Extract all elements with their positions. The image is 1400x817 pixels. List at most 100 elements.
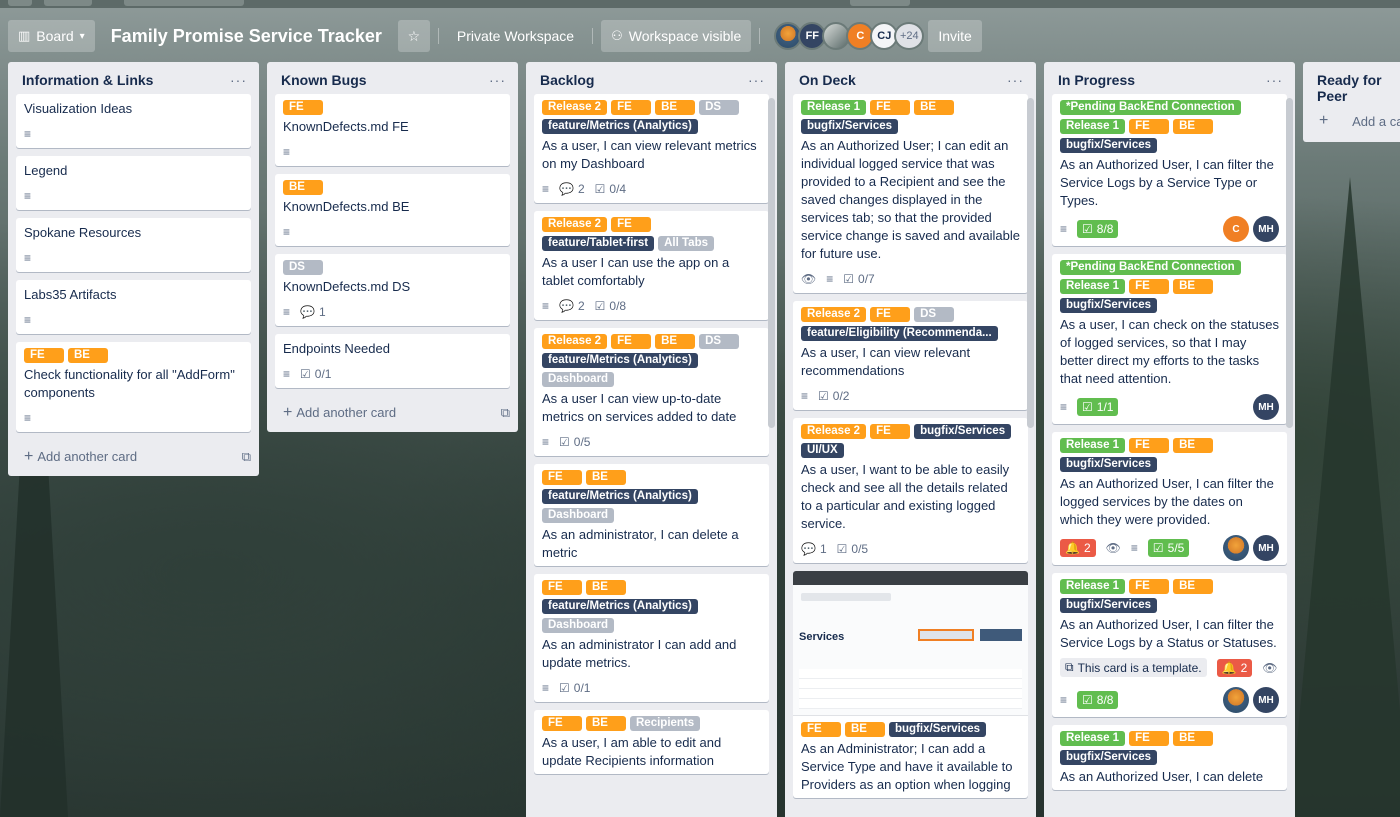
card[interactable]: BE KnownDefects.md BE ≡: [275, 174, 510, 246]
card-label[interactable]: Recipients: [630, 716, 701, 731]
add-card-button[interactable]: + Add another card ⧉: [267, 398, 518, 432]
more-members-badge[interactable]: +24: [894, 22, 925, 50]
card-label[interactable]: *Pending BackEnd Connection: [1060, 100, 1241, 115]
card-label[interactable]: FE: [283, 100, 323, 115]
card-label[interactable]: FE: [1129, 438, 1170, 453]
card[interactable]: FE BE Check functionality for all "AddForm…: [16, 342, 251, 432]
template-icon[interactable]: ⧉: [242, 449, 251, 465]
add-card-button[interactable]: + Add a card: [1303, 112, 1400, 142]
card-label[interactable]: BE: [914, 100, 955, 115]
card[interactable]: Release 1 FE BE bugfix/Services As an Author…: [793, 94, 1028, 293]
card-label[interactable]: Release 2: [542, 334, 608, 349]
card-label[interactable]: bugfix/Services: [889, 722, 987, 737]
card[interactable]: FE BE feature/Metrics (Analytics) Dashboard…: [534, 464, 769, 566]
scrollbar[interactable]: [1286, 98, 1293, 428]
card-label[interactable]: Release 1: [1060, 438, 1126, 453]
card-label[interactable]: feature/Tablet-first: [542, 236, 655, 251]
card-label[interactable]: Release 2: [801, 307, 867, 322]
card-label[interactable]: FE: [542, 716, 582, 731]
card[interactable]: DS KnownDefects.md DS ≡ 💬 1: [275, 254, 510, 326]
member-avatar[interactable]: MH: [1253, 216, 1279, 242]
card-label[interactable]: DS: [699, 100, 740, 115]
card-label[interactable]: BE: [586, 470, 626, 485]
list-title[interactable]: On Deck: [799, 72, 856, 88]
card-label[interactable]: FE: [24, 348, 64, 363]
member-avatar[interactable]: [1223, 687, 1249, 713]
card[interactable]: *Pending BackEnd Connection Release 1 FE BE…: [1052, 94, 1287, 246]
card-label[interactable]: Release 1: [1060, 731, 1126, 746]
card-label[interactable]: BE: [586, 580, 626, 595]
card-label[interactable]: DS: [914, 307, 955, 322]
card-label[interactable]: Release 2: [542, 100, 608, 115]
card-label[interactable]: BE: [845, 722, 885, 737]
member-avatar[interactable]: MH: [1253, 687, 1279, 713]
star-button[interactable]: ☆: [397, 20, 430, 52]
card[interactable]: Release 2 FE DS feature/Eligibility (Recomm…: [793, 301, 1028, 410]
more-icon[interactable]: ···: [1007, 72, 1028, 88]
card-label[interactable]: Release 1: [801, 100, 867, 115]
list-title[interactable]: Information & Links: [22, 72, 153, 88]
card-label[interactable]: BE: [655, 100, 696, 115]
card[interactable]: Legend ≡: [16, 156, 251, 210]
card-label[interactable]: bugfix/Services: [801, 119, 899, 134]
card-label[interactable]: FE: [1129, 579, 1170, 594]
card-label[interactable]: FE: [1129, 731, 1170, 746]
board-title[interactable]: Family Promise Service Tracker: [103, 26, 390, 47]
card-label[interactable]: BE: [586, 716, 626, 731]
card-label[interactable]: bugfix/Services: [1060, 138, 1158, 153]
scrollbar[interactable]: [768, 98, 775, 428]
card-label[interactable]: FE: [1129, 119, 1170, 134]
card-label[interactable]: Dashboard: [542, 618, 615, 633]
card-label[interactable]: bugfix/Services: [1060, 298, 1158, 313]
card-label[interactable]: feature/Eligibility (Recommenda...: [801, 326, 998, 341]
card-label[interactable]: DS: [699, 334, 740, 349]
member-avatar[interactable]: MH: [1253, 394, 1279, 420]
more-icon[interactable]: ···: [1266, 72, 1287, 88]
card-label[interactable]: Release 2: [542, 217, 608, 232]
card-label[interactable]: Release 1: [1060, 279, 1126, 294]
card-label[interactable]: FE: [611, 334, 652, 349]
invite-button[interactable]: Invite: [928, 20, 982, 52]
add-card-button[interactable]: + Add another card ⧉: [8, 442, 259, 476]
template-icon[interactable]: ⧉: [501, 405, 510, 421]
member-avatar[interactable]: C: [1223, 216, 1249, 242]
card-label[interactable]: FE: [870, 307, 911, 322]
card-label[interactable]: FE: [611, 100, 652, 115]
card-label[interactable]: FE: [611, 217, 652, 232]
card-label[interactable]: BE: [283, 180, 323, 195]
card[interactable]: Services FE BE bugfix/Services As an Adminis…: [793, 571, 1028, 798]
card-label[interactable]: All Tabs: [658, 236, 714, 251]
card-label[interactable]: FE: [542, 580, 582, 595]
visibility-button[interactable]: ⚇ Workspace visible: [601, 20, 752, 52]
more-icon[interactable]: ···: [230, 72, 251, 88]
card-label[interactable]: bugfix/Services: [1060, 457, 1158, 472]
more-icon[interactable]: ···: [489, 72, 510, 88]
card-label[interactable]: BE: [1173, 438, 1214, 453]
card-label[interactable]: UI/UX: [801, 443, 844, 458]
card-label[interactable]: FE: [870, 100, 911, 115]
card[interactable]: Spokane Resources ≡: [16, 218, 251, 272]
card-label[interactable]: Dashboard: [542, 372, 615, 387]
card[interactable]: FE BE feature/Metrics (Analytics) Dashboard…: [534, 574, 769, 702]
card-label[interactable]: bugfix/Services: [914, 424, 1012, 439]
card-label[interactable]: BE: [1173, 119, 1214, 134]
list-title[interactable]: In Progress: [1058, 72, 1135, 88]
card-label[interactable]: FE: [1129, 279, 1170, 294]
member-avatar[interactable]: [1223, 535, 1249, 561]
scrollbar[interactable]: [1027, 98, 1034, 428]
card-label[interactable]: BE: [68, 348, 108, 363]
card[interactable]: Release 1 FE BE bugfix/Services As an Author…: [1052, 432, 1287, 565]
workspace-button[interactable]: Private Workspace: [447, 20, 584, 52]
card[interactable]: Release 2 FE feature/Tablet-first All Tabs A…: [534, 211, 769, 320]
more-icon[interactable]: ···: [748, 72, 769, 88]
list-title[interactable]: Known Bugs: [281, 72, 367, 88]
card-label[interactable]: BE: [655, 334, 696, 349]
card-label[interactable]: feature/Metrics (Analytics): [542, 353, 698, 368]
card-label[interactable]: feature/Metrics (Analytics): [542, 119, 698, 134]
card[interactable]: FE BE Recipients As a user, I am able to ed…: [534, 710, 769, 774]
card-label[interactable]: FE: [801, 722, 841, 737]
list-title[interactable]: Ready for Peer: [1317, 72, 1400, 104]
card-label[interactable]: DS: [283, 260, 323, 275]
card[interactable]: Release 2 FE bugfix/Services UI/UX As a user…: [793, 418, 1028, 563]
card[interactable]: Release 2 FE BE DS feature/Metrics (Analytic…: [534, 94, 769, 203]
